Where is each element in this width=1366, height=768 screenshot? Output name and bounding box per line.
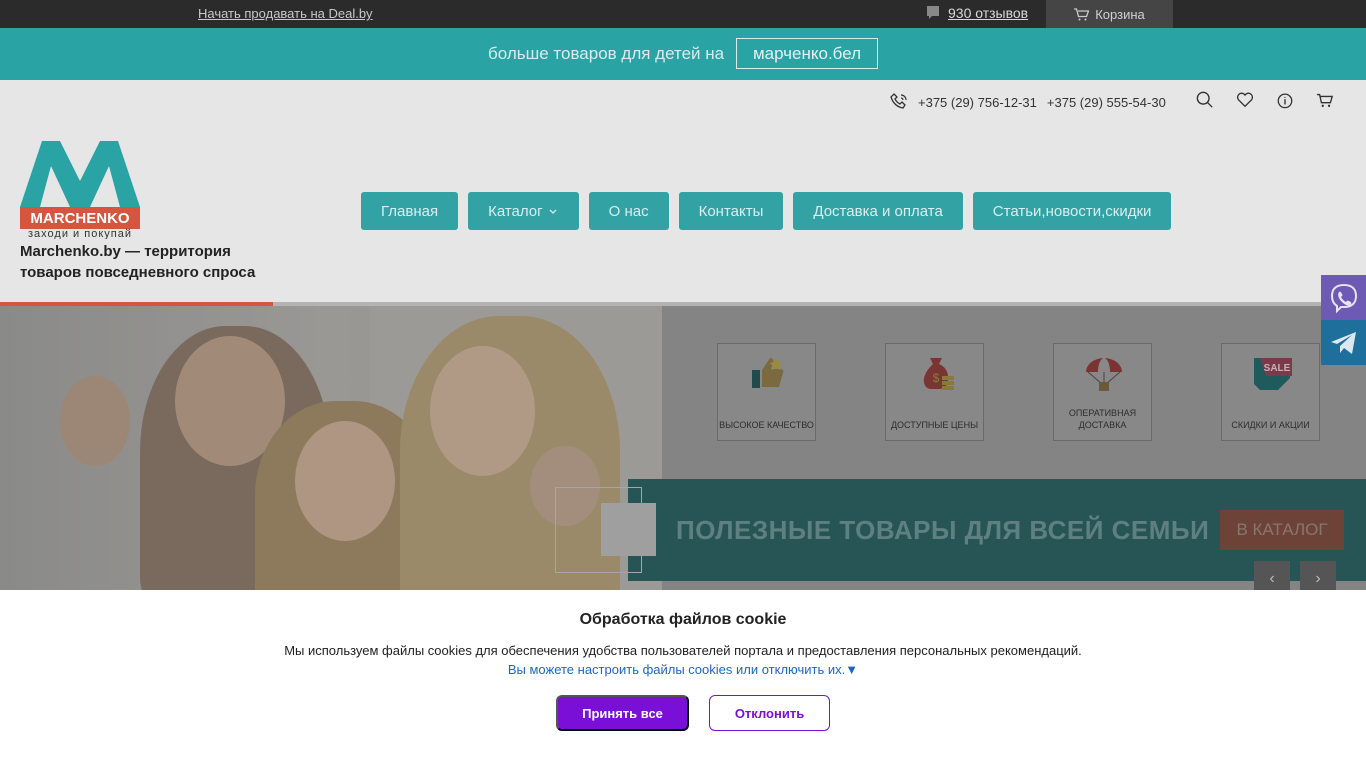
feature-sales: SALE СКИДКИ И АКЦИИ <box>1221 343 1320 441</box>
feature-sales-label: СКИДКИ И АКЦИИ <box>1231 420 1310 430</box>
promo-site-button[interactable]: марченко.бел <box>736 38 878 69</box>
header-icons <box>1196 90 1334 110</box>
cart-icon <box>1074 7 1090 20</box>
heart-icon[interactable] <box>1236 90 1254 110</box>
slider-next-button[interactable]: › <box>1300 561 1336 590</box>
girl-face <box>295 421 395 541</box>
logo-mark: MARCHENKO заходи и покупай <box>20 141 140 240</box>
nav-delivery[interactable]: Доставка и оплата <box>793 192 963 230</box>
nav-about[interactable]: О нас <box>588 192 669 230</box>
telegram-button[interactable] <box>1321 320 1366 365</box>
svg-text:$: $ <box>933 371 940 385</box>
to-catalog-button[interactable]: В КАТАЛОГ <box>1220 510 1344 550</box>
decline-button[interactable]: Отклонить <box>709 695 830 731</box>
phone-icon <box>890 93 907 109</box>
hero-slider: ВЫСОКОЕ КАЧЕСТВО $ ДОСТУПНЫЕ ЦЕНЫ ОПЕРАТ… <box>0 306 1366 590</box>
telegram-icon <box>1330 331 1356 354</box>
site-tagline: Marchenko.by — территория товаров повсед… <box>20 243 256 281</box>
chevron-down-icon <box>549 209 557 214</box>
feature-prices-label: ДОСТУПНЫЕ ЦЕНЫ <box>890 420 979 430</box>
nav-catalog[interactable]: Каталог <box>468 192 579 230</box>
hand-left <box>60 376 130 466</box>
banner-headline: ПОЛЕЗНЫЕ ТОВАРЫ ДЛЯ ВСЕЙ СЕМЬИ <box>676 515 1210 545</box>
nav-articles[interactable]: Статьи,новости,скидки <box>972 192 1172 230</box>
search-icon[interactable] <box>1196 90 1214 110</box>
sale-tag-icon: SALE <box>1254 358 1292 390</box>
nav-catalog-label: Каталог <box>488 202 543 220</box>
nav-contacts[interactable]: Контакты <box>678 192 784 230</box>
parachute-icon <box>1086 358 1122 391</box>
feature-prices: $ ДОСТУПНЫЕ ЦЕНЫ <box>885 343 984 441</box>
top-bar: Начать продавать на Deal.by 930 отзывов … <box>0 0 1366 28</box>
site-logo[interactable]: MARCHENKO заходи и покупай <box>20 141 140 240</box>
cookie-description: Мы используем файлы cookies для обеспече… <box>284 643 1082 658</box>
cart-icon[interactable] <box>1316 90 1334 110</box>
money-bag-icon: $ <box>923 358 954 390</box>
cookie-settings-link[interactable]: Вы можете настроить файлы cookies или от… <box>0 662 1366 677</box>
phone-1-link[interactable]: +375 (29) 756-12-31 <box>918 95 1037 110</box>
reviews-count: 930 отзывов <box>948 5 1029 21</box>
promo-bar: больше товаров для детей на марченко.бел <box>0 28 1366 80</box>
logo-text: MARCHENKO <box>30 210 129 227</box>
main-nav: Главная Каталог О нас Контакты Доставка … <box>361 192 1172 230</box>
start-selling-link[interactable]: Начать продавать на Deal.by <box>198 6 373 21</box>
phone-block: +375 (29) 756-12-31 +375 (29) 555-54-30 <box>890 93 1166 111</box>
phone-2-link[interactable]: +375 (29) 555-54-30 <box>1047 95 1166 110</box>
comment-icon <box>927 6 939 19</box>
promo-text: больше товаров для детей на <box>488 44 725 63</box>
sale-badge: SALE <box>1264 363 1291 374</box>
feature-delivery-label: ОПЕРАТИВНАЯ ДОСТАВКА <box>1068 408 1137 430</box>
feature-delivery: ОПЕРАТИВНАЯ ДОСТАВКА <box>1053 343 1152 441</box>
top-cart-label: Корзина <box>1095 6 1145 22</box>
viber-icon <box>1330 283 1357 313</box>
thumbs-up-icon <box>752 358 784 388</box>
woman-face <box>430 346 535 476</box>
reviews-link[interactable]: 930 отзывов <box>926 5 1028 21</box>
logo-subtitle: заходи и покупай <box>28 228 132 239</box>
accept-all-button[interactable]: Принять все <box>556 695 689 731</box>
cookie-title: Обработка файлов cookie <box>579 611 787 628</box>
cookie-consent-panel: Обработка файлов cookie Мы используем фа… <box>0 590 1366 768</box>
nav-home[interactable]: Главная <box>361 192 459 230</box>
feature-quality-label: ВЫСОКОЕ КАЧЕСТВО <box>719 420 814 430</box>
decorative-square <box>601 503 656 556</box>
info-icon[interactable] <box>1276 90 1294 110</box>
slider-prev-button[interactable]: ‹ <box>1254 561 1290 590</box>
top-cart-button[interactable]: Корзина <box>1046 0 1173 28</box>
viber-button[interactable] <box>1321 275 1366 320</box>
feature-quality: ВЫСОКОЕ КАЧЕСТВО <box>717 343 816 441</box>
